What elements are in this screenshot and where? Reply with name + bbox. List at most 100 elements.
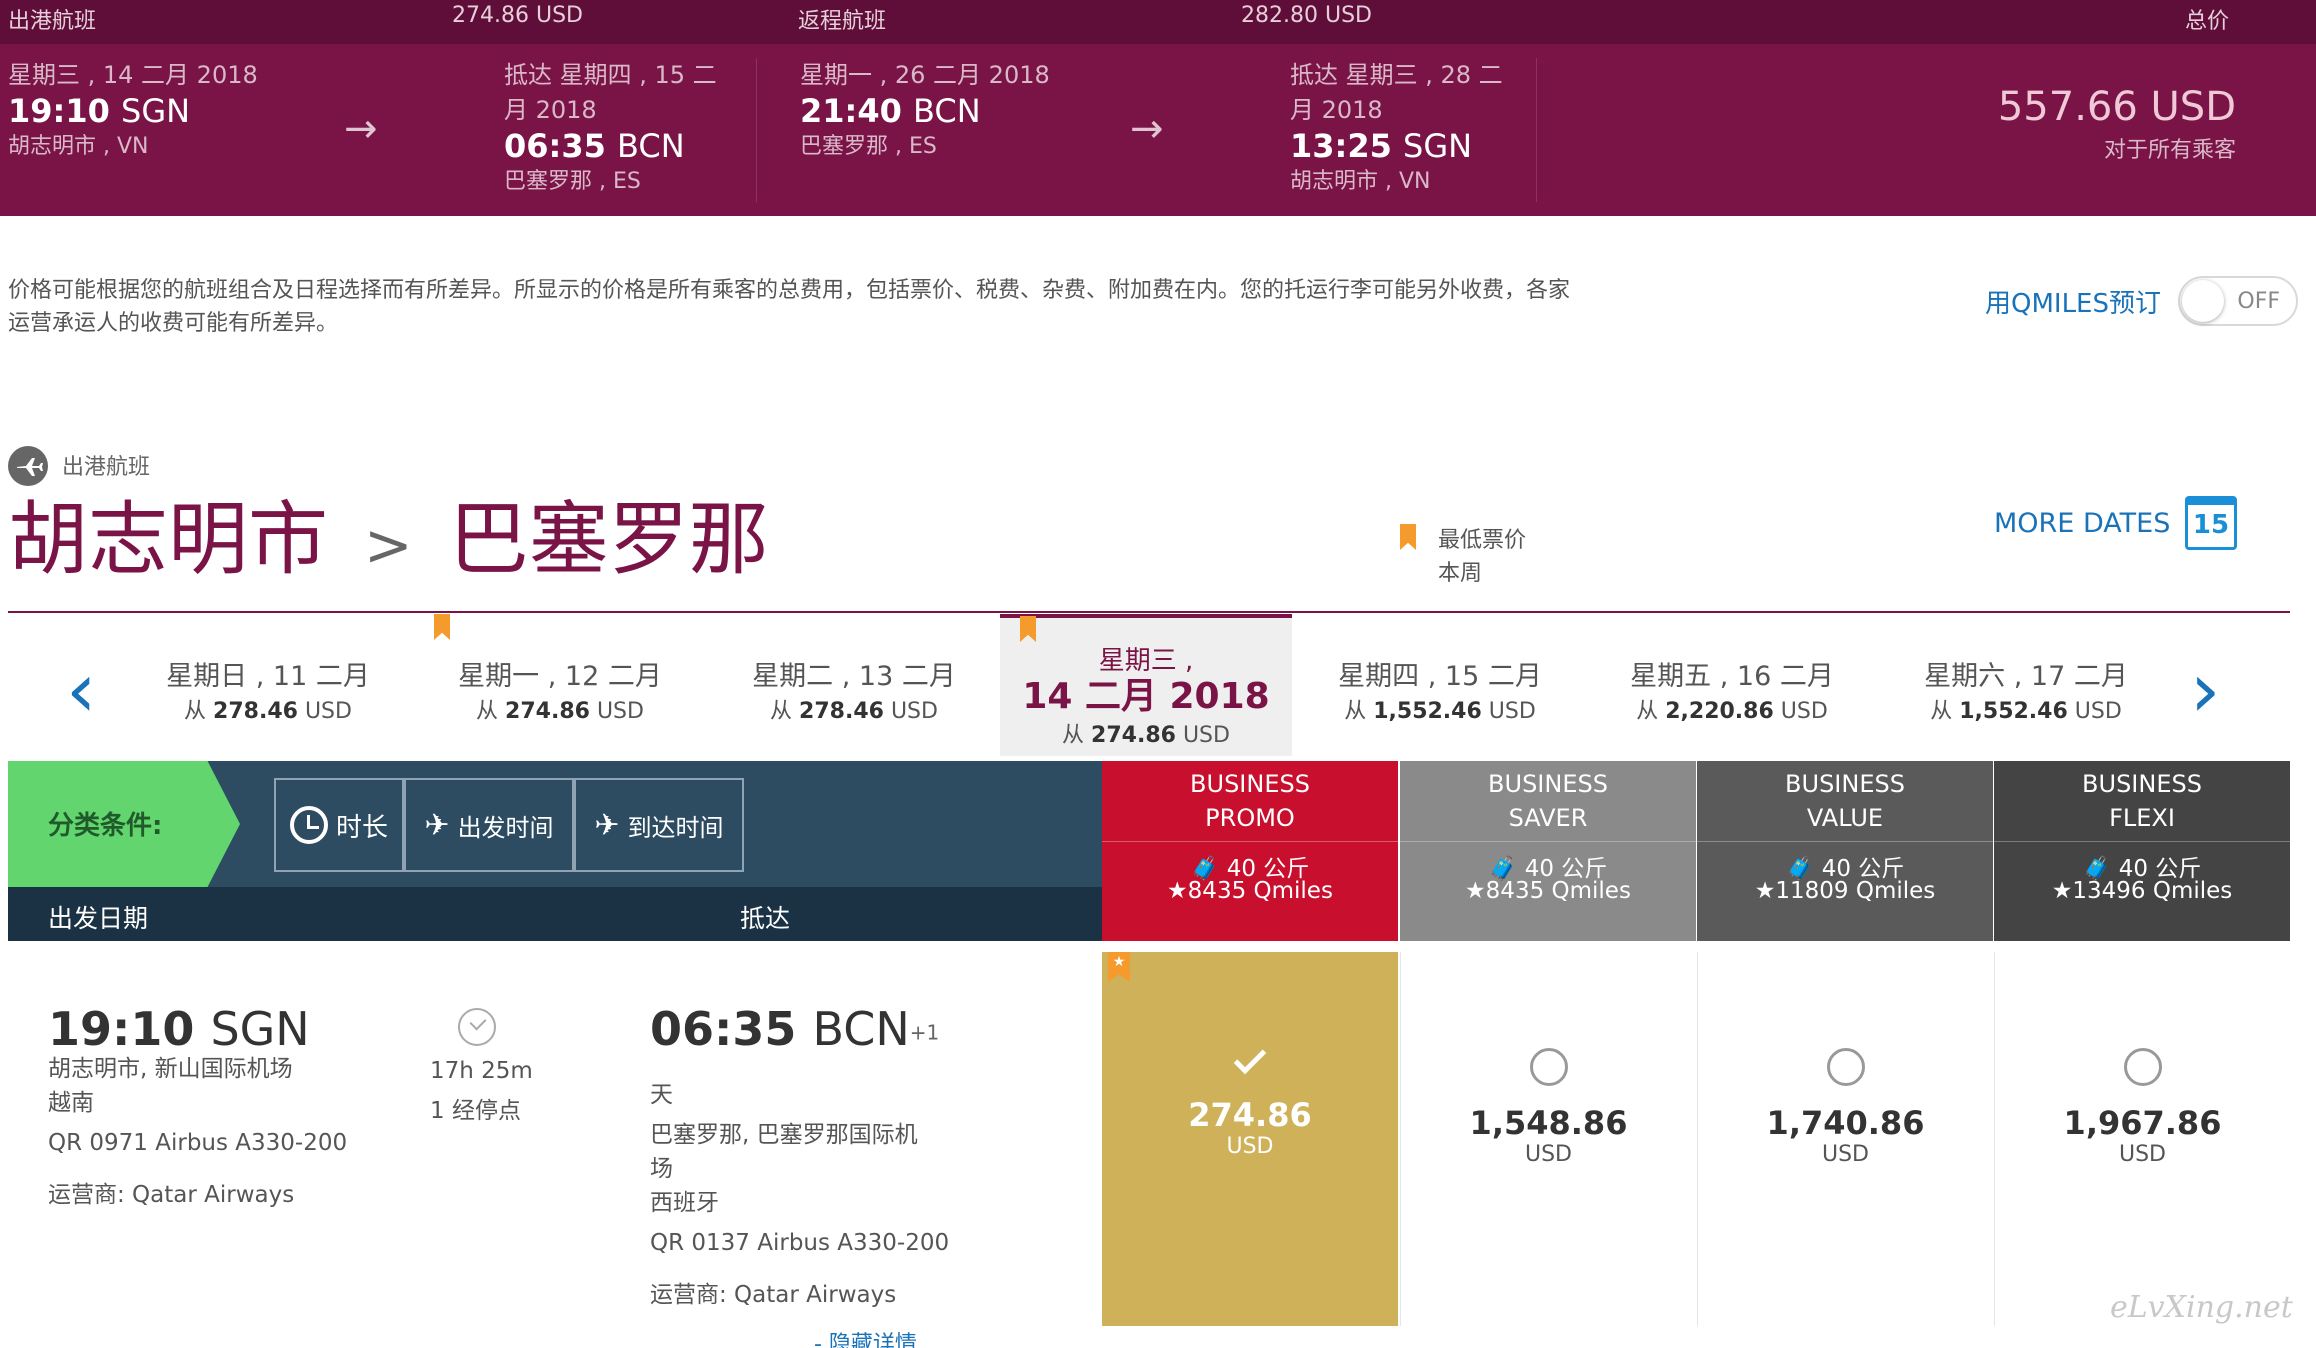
radio-button[interactable]	[1529, 1048, 1568, 1086]
fare-class: BUSINESS	[2082, 770, 2202, 798]
hide-details-link[interactable]: - 隐藏详情	[814, 1326, 917, 1348]
landing-icon: ✈	[594, 807, 620, 843]
outbound-arr-city: 巴塞罗那 , ES	[504, 169, 641, 194]
date-option[interactable]: 星期六 , 17 二月 从 1,552.46 USD	[1880, 614, 2172, 756]
price-notice-line: 价格可能根据您的航班组合及日程选择而有所差异。所显示的价格是所有乘客的总费用，包…	[8, 278, 1571, 303]
divider	[756, 58, 757, 202]
fare-class: BUSINESS	[1190, 770, 1310, 798]
date-option[interactable]: 星期一 , 12 二月 从 274.86 USD	[414, 614, 706, 756]
date-option-selected[interactable]: 星期三 , 14 二月 2018 从 274.86 USD	[1000, 614, 1292, 756]
chevron-left-icon[interactable]: ‹	[66, 650, 96, 730]
clock-icon	[289, 806, 328, 844]
date-label: 星期三 ,	[1098, 646, 1194, 676]
fare-class: BUSINESS	[1785, 770, 1905, 798]
fare-option-promo-selected[interactable]: ★ 274.86 USD	[1102, 952, 1398, 1326]
toggle-knob[interactable]	[2182, 280, 2224, 322]
arrival-airport-cont: 场	[650, 1156, 673, 1182]
flight-number-2: QR 0137 Airbus A330-200	[650, 1230, 950, 1256]
sort-duration-button[interactable]: 时长	[274, 778, 404, 872]
divider	[1697, 841, 1993, 842]
date-label: 星期四 , 15 二月	[1338, 661, 1542, 692]
return-dep-date: 星期一 , 26 二月 2018	[800, 61, 1050, 89]
plane-icon	[8, 446, 48, 486]
trip-summary: 星期三 , 14 二月 2018 19:10 SGN 胡志明市 , VN → 抵…	[0, 44, 2316, 216]
filter-label-box: 分类条件:	[8, 761, 240, 887]
summary-top-bar: 出港航班 274.86 USD 返程航班 282.80 USD 总价	[0, 0, 2316, 44]
fare-currency: USD	[1821, 1142, 1869, 1167]
return-arr-time: 13:25 SGN	[1290, 127, 1473, 165]
arrow-right-icon: →	[1130, 106, 1164, 152]
arrow-right-icon: →	[344, 106, 378, 152]
departure-country: 越南	[48, 1090, 94, 1116]
price-notice: 价格可能根据您的航班组合及日程选择而有所差异。所显示的价格是所有乘客的总费用，包…	[8, 274, 1728, 340]
route-separator: >	[364, 511, 413, 580]
outbound-summary-price: 274.86 USD	[452, 3, 583, 28]
fare-price: 1,548.86	[1469, 1104, 1628, 1142]
date-label: 星期五 , 16 二月	[1630, 661, 1834, 692]
sort-duration-label: 时长	[335, 812, 388, 843]
sort-arrival-button[interactable]: ✈ 到达时间	[574, 778, 744, 872]
return-arr-date-cont: 月 2018	[1290, 96, 1383, 124]
price-notice-line: 运营承运人的收费可能有所差异。	[8, 311, 339, 336]
sort-departure-button[interactable]: ✈ 出发时间	[404, 778, 574, 872]
takeoff-icon: ✈	[424, 807, 450, 843]
calendar-icon[interactable]: 15	[2185, 496, 2237, 550]
date-option[interactable]: 星期日 , 11 二月 从 278.46 USD	[122, 614, 414, 756]
radio-button[interactable]	[2123, 1048, 2162, 1086]
date-option[interactable]: 星期四 , 15 二月 从 1,552.46 USD	[1294, 614, 1586, 756]
flight-duration: 17h 25m	[430, 1058, 533, 1084]
date-option[interactable]: 星期五 , 16 二月 从 2,220.86 USD	[1586, 614, 1878, 756]
filter-bar: 分类条件: 时长 ✈ 出发时间 ✈ 到达时间	[8, 761, 1102, 887]
fare-qmiles: ★13496 Qmiles	[2051, 878, 2233, 904]
fare-header-promo: BUSINESS PROMO 🧳 40 公斤 ★8435 Qmiles	[1102, 761, 1398, 941]
qmiles-toggle[interactable]: OFF	[2178, 276, 2298, 326]
arrival-time: 06:35 BCN+1	[650, 1002, 940, 1056]
date-price: 从 1,552.46 USD	[1930, 699, 2122, 724]
bookmark-icon	[434, 614, 450, 640]
outbound-dep-time: 19:10 SGN	[8, 92, 191, 130]
watermark: eLvXing.net	[2110, 1290, 2293, 1325]
fare-option-value[interactable]: 1,740.86 USD	[1697, 952, 1993, 1326]
qmiles-booking-label[interactable]: 用QMILES预订	[1985, 283, 2161, 320]
fare-option-flexi[interactable]: 1,967.86 USD	[1994, 952, 2290, 1326]
date-label: 星期六 , 17 二月	[1924, 661, 2128, 692]
legend-label: 最低票价	[1438, 528, 1527, 553]
fare-class: BUSINESS	[1488, 770, 1608, 798]
route-title: 胡志明市 > 巴塞罗那	[8, 490, 769, 595]
date-label: 14 二月 2018	[1022, 676, 1270, 717]
chevron-right-icon[interactable]: ›	[2190, 650, 2220, 730]
outbound-arr-time: 06:35 BCN	[504, 127, 685, 165]
fare-option-saver[interactable]: 1,548.86 USD	[1400, 952, 1696, 1326]
divider	[1536, 58, 1537, 202]
radio-button[interactable]	[1826, 1048, 1865, 1086]
date-label: 星期日 , 11 二月	[166, 661, 370, 692]
fare-price: 1,740.86	[1766, 1104, 1925, 1142]
sort-arrival-label: 到达时间	[627, 813, 724, 842]
fare-price: 1,967.86	[2063, 1104, 2222, 1142]
duration-check-icon	[458, 1008, 496, 1046]
date-option[interactable]: 星期二 , 13 二月 从 278.46 USD	[708, 614, 1000, 756]
column-departure: 出发日期	[48, 904, 149, 933]
divider	[1102, 841, 1398, 842]
outbound-summary-label: 出港航班	[8, 9, 97, 34]
divider	[8, 611, 2290, 613]
filter-label: 分类条件:	[48, 811, 163, 841]
return-departure: 星期一 , 26 二月 2018 21:40 BCN 巴塞罗那 , ES	[800, 58, 1050, 165]
return-summary-label: 返程航班	[798, 9, 887, 34]
check-icon	[1233, 1041, 1267, 1075]
return-dep-time: 21:40 BCN	[800, 92, 981, 130]
total-price: 557.66 USD	[1997, 84, 2236, 130]
fare-qmiles: ★8435 Qmiles	[1465, 878, 1631, 904]
route-destination: 巴塞罗那	[448, 493, 769, 586]
departure-airport: 胡志明市, 新山国际机场	[48, 1056, 293, 1082]
date-label: 星期一 , 12 二月	[458, 661, 662, 692]
bookmark-icon	[1020, 616, 1036, 642]
arrival-country: 西班牙	[650, 1190, 719, 1216]
outbound-dep-city: 胡志明市 , VN	[8, 134, 149, 159]
total-label: 总价	[2185, 9, 2230, 34]
date-price: 从 2,220.86 USD	[1636, 699, 1828, 724]
arrival-airport: 巴塞罗那, 巴塞罗那国际机	[650, 1122, 918, 1148]
legend-sublabel: 本周	[1438, 561, 1483, 586]
fare-currency: USD	[1524, 1142, 1572, 1167]
more-dates-link[interactable]: MORE DATES	[1994, 508, 2170, 539]
